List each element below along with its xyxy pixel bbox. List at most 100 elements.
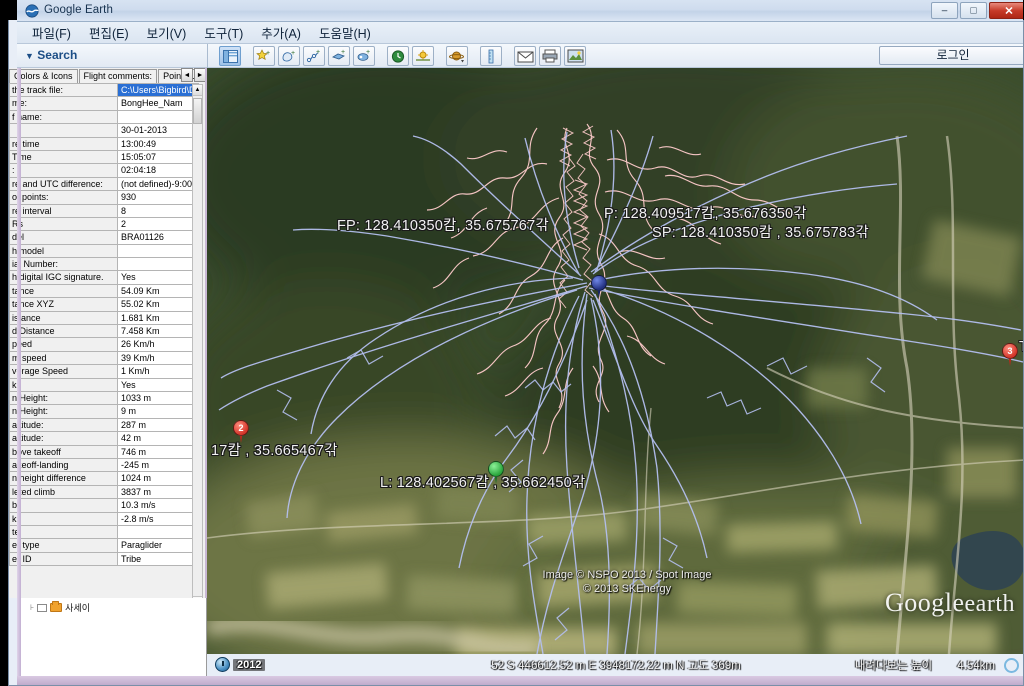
tab-scroll-next[interactable]: ► — [194, 68, 205, 82]
tab-flight-comments[interactable]: Flight comments: — [78, 69, 158, 83]
property-value[interactable]: 3837 m — [117, 484, 199, 500]
property-row[interactable]: f name: — [9, 109, 199, 125]
property-value[interactable]: BRA01126 — [117, 230, 199, 245]
property-value[interactable] — [117, 524, 199, 540]
tree-expander-icon[interactable]: ⊦ — [30, 603, 34, 612]
property-value[interactable]: 10.3 m/s — [117, 498, 199, 513]
map-viewport[interactable]: 2 3 FP: 128.410350캄, 35.675767갂 P: 128.4… — [207, 68, 1023, 654]
property-value[interactable]: 2 — [117, 216, 199, 232]
property-row[interactable]: Rs2 — [9, 216, 199, 232]
property-row[interactable]: altitude: 287 m — [9, 417, 199, 433]
property-value[interactable]: 55.02 Km — [117, 297, 199, 312]
property-row[interactable]: peed 26 Km/h — [9, 337, 199, 352]
property-value[interactable]: C:\Users\Bigbird\Docu — [117, 83, 199, 98]
property-value[interactable]: 26 Km/h — [117, 337, 199, 352]
search-panel-toggle[interactable]: ▼ Search — [25, 48, 77, 62]
navigation-circle-icon[interactable] — [1004, 658, 1019, 673]
property-value[interactable]: -2.8 m/s — [117, 511, 199, 526]
property-row[interactable]: leted climb 3837 m — [9, 484, 199, 500]
property-row[interactable]: bove takeoff 746 m — [9, 444, 199, 459]
property-value[interactable]: 1 Km/h — [117, 364, 199, 379]
menu-edit[interactable]: 편집(E) — [80, 21, 138, 45]
status-history-group[interactable]: 2012 — [215, 657, 266, 672]
property-value[interactable]: 746 m — [117, 444, 199, 459]
add-image-overlay-icon[interactable]: + — [328, 46, 350, 66]
property-row[interactable]: the track file:C:\Users\Bigbird\Docu — [9, 83, 199, 98]
property-value[interactable]: (not defined)-9:00:00 — [117, 176, 199, 192]
history-clock-icon[interactable] — [215, 657, 230, 672]
property-value[interactable]: 15:05:07 — [117, 149, 199, 165]
property-value[interactable]: 287 m — [117, 417, 199, 433]
login-button[interactable]: 로그인 — [879, 46, 1023, 65]
historical-imagery-icon[interactable] — [387, 46, 409, 66]
add-path-icon[interactable]: + — [303, 46, 325, 66]
menu-view[interactable]: 보기(V) — [138, 21, 196, 45]
property-row[interactable]: er type Paraglider — [9, 538, 199, 553]
property-row[interactable]: m speed 39 Km/h — [9, 350, 199, 366]
property-value[interactable]: 13:00:49 — [117, 136, 199, 151]
add-polygon-icon[interactable]: + — [278, 46, 300, 66]
sunlight-icon[interactable] — [412, 46, 434, 66]
property-value[interactable]: Yes — [117, 270, 199, 285]
property-value[interactable] — [117, 257, 199, 272]
property-row[interactable]: Time 15:05:07 — [9, 149, 199, 165]
property-value[interactable] — [117, 243, 199, 259]
property-row[interactable]: re time 13:00:49 — [9, 136, 199, 151]
email-icon[interactable] — [514, 46, 536, 66]
property-value[interactable]: 1033 m — [117, 390, 199, 406]
property-value[interactable]: 54.09 Km — [117, 283, 199, 299]
property-row[interactable]: 30-01-2013 — [9, 123, 199, 138]
property-row[interactable]: d Distance 7.458 Km — [9, 324, 199, 339]
tree-item-row[interactable]: ⊦ 사세이 — [30, 601, 90, 614]
property-row[interactable]: b: 10.3 m/s — [9, 498, 199, 513]
property-row[interactable]: altitude: 42 m — [9, 431, 199, 446]
property-row[interactable]: h model — [9, 243, 199, 259]
tree-checkbox[interactable] — [37, 603, 48, 612]
properties-scrollbar[interactable]: ▲ ▼ — [192, 84, 203, 598]
property-value[interactable]: Paraglider — [117, 538, 199, 553]
menu-tools[interactable]: 도구(T) — [195, 21, 252, 45]
property-row[interactable]: ial Number: — [9, 257, 199, 272]
property-row[interactable]: re and UTC difference: (not defined)-9:00… — [9, 176, 199, 192]
property-row[interactable]: of points: 930 — [9, 190, 199, 205]
places-tree-panel[interactable]: ⊦ 사세이 — [17, 598, 207, 684]
property-value[interactable]: 7.458 Km — [117, 324, 199, 339]
tab-scroll-prev[interactable]: ◄ — [181, 68, 193, 82]
property-value[interactable]: 02:04:18 — [117, 163, 199, 178]
property-row[interactable]: delBRA01126 — [9, 230, 199, 245]
toggle-sidebar-icon[interactable] — [219, 46, 241, 66]
property-value[interactable]: 1.681 Km — [117, 310, 199, 326]
print-icon[interactable] — [539, 46, 561, 66]
property-value[interactable]: -245 m — [117, 457, 199, 473]
property-value[interactable]: 1024 m — [117, 471, 199, 486]
property-row[interactable]: te — [9, 524, 199, 540]
property-row[interactable]: akeoff-landing -245 m — [9, 457, 199, 473]
property-row[interactable]: k: Yes — [9, 377, 199, 392]
add-placemark-icon[interactable]: + — [253, 46, 275, 66]
switch-planet-icon[interactable] — [446, 46, 468, 66]
property-value[interactable]: 8 — [117, 203, 199, 218]
minimize-button[interactable]: – — [931, 2, 958, 19]
property-value[interactable]: BongHee_Nam — [117, 96, 199, 111]
property-value[interactable]: 39 Km/h — [117, 350, 199, 366]
pin-marker-3[interactable]: 3 — [1002, 343, 1018, 367]
property-row[interactable]: h digital IGC signature. Yes — [9, 270, 199, 285]
property-row[interactable]: er ID Tribe — [9, 551, 199, 567]
property-row[interactable]: n height difference 1024 m — [9, 471, 199, 486]
property-row[interactable]: n Height: 1033 m — [9, 390, 199, 406]
property-value[interactable]: 30-01-2013 — [117, 123, 199, 138]
close-button[interactable]: ✕ — [989, 2, 1023, 19]
property-row[interactable]: tance 54.09 Km — [9, 283, 199, 299]
property-value[interactable]: 930 — [117, 190, 199, 205]
menu-add[interactable]: 추가(A) — [252, 21, 310, 45]
property-value[interactable]: Tribe — [117, 551, 199, 567]
menu-help[interactable]: 도움말(H) — [310, 21, 380, 45]
ruler-icon[interactable] — [480, 46, 502, 66]
property-value[interactable]: 9 m — [117, 404, 199, 419]
property-row[interactable]: re interval 8 — [9, 203, 199, 218]
save-image-icon[interactable] — [564, 46, 586, 66]
property-row[interactable]: n Height: 9 m — [9, 404, 199, 419]
property-value[interactable] — [117, 109, 199, 125]
record-tour-icon[interactable]: + — [353, 46, 375, 66]
scrollbar-thumb[interactable] — [193, 98, 202, 124]
